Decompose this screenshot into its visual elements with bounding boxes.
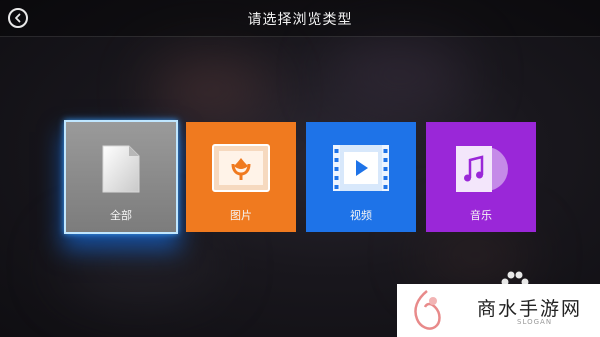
watermark-logo-icon	[414, 290, 441, 330]
header-bar: 请选择浏览类型	[0, 0, 600, 37]
tile-label: 图片	[230, 209, 252, 222]
tile-all[interactable]: 全部	[64, 120, 178, 234]
document-icon	[66, 144, 176, 194]
tile-label: 视频	[350, 209, 372, 222]
tile-label: 全部	[110, 209, 132, 222]
tile-pictures[interactable]: 图片	[186, 122, 296, 232]
music-icon	[426, 144, 536, 194]
watermark-text: 商水手游网	[477, 298, 583, 320]
video-icon	[306, 144, 416, 192]
tile-videos[interactable]: 视频	[306, 122, 416, 232]
tile-label: 音乐	[470, 209, 492, 222]
tile-music[interactable]: 音乐	[426, 122, 536, 232]
picture-icon	[186, 144, 296, 192]
page-title: 请选择浏览类型	[247, 12, 353, 28]
watermark-banner: 商水手游网 SLOGAN	[397, 284, 600, 337]
watermark-slogan: SLOGAN	[517, 318, 553, 326]
